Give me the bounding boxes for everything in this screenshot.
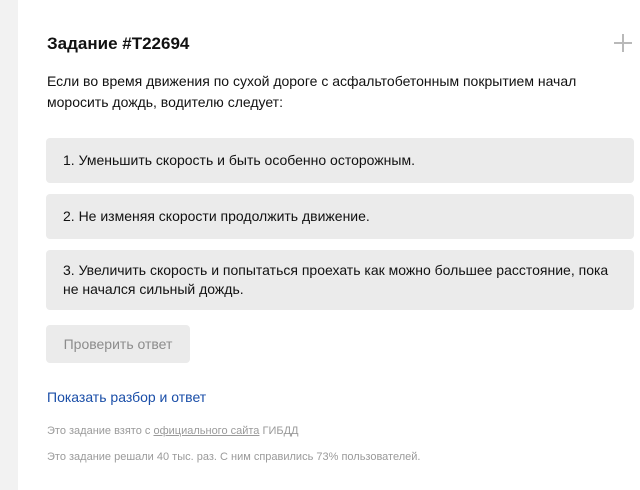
- source-note: Это задание взято с официального сайта Г…: [47, 425, 298, 437]
- show-answer-link[interactable]: Показать разбор и ответ: [47, 389, 206, 405]
- answer-option-2[interactable]: 2. Не изменяя скорости продолжить движен…: [46, 194, 634, 239]
- task-card: Задание #Т22694 Если во время движения п…: [18, 0, 640, 490]
- answer-option-1[interactable]: 1. Уменьшить скорость и быть особенно ос…: [46, 138, 634, 183]
- question-text: Если во время движения по сухой дороге с…: [47, 73, 577, 110]
- stats-note: Это задание решали 40 тыс. раз. С ним сп…: [47, 451, 421, 463]
- task-title: Задание #Т22694: [47, 34, 190, 53]
- source-prefix: Это задание взято с: [47, 425, 151, 437]
- answer-option-3[interactable]: 3. Увеличить скорость и попытаться проех…: [46, 250, 634, 310]
- check-answer-button[interactable]: Проверить ответ: [46, 325, 190, 363]
- source-suffix: ГИБДД: [262, 425, 299, 437]
- official-site-link[interactable]: официального сайта: [153, 425, 259, 437]
- plus-icon[interactable]: [614, 34, 632, 52]
